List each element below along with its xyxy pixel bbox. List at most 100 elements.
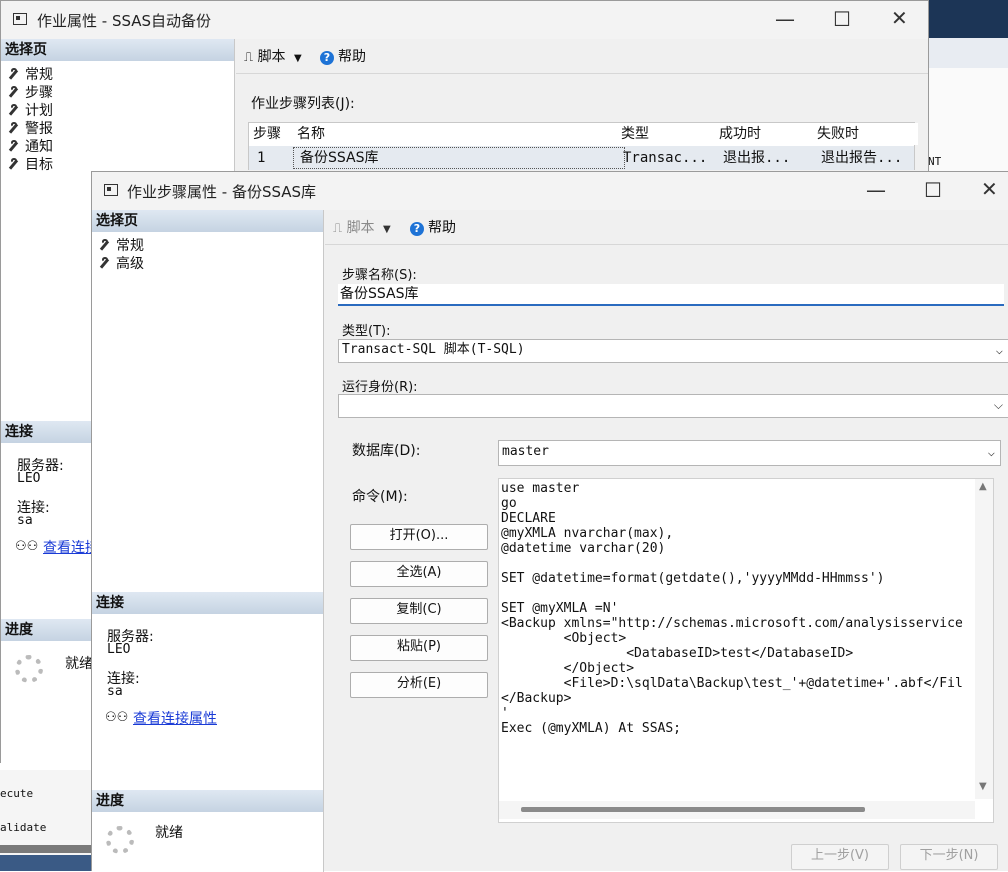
command-line: @myXMLA nvarchar(max), (501, 526, 674, 541)
minimize-icon[interactable]: — (775, 9, 795, 29)
wrench-icon (98, 257, 110, 269)
command-line: <Backup xmlns="http://schemas.microsoft.… (501, 616, 963, 631)
parse-button[interactable]: 分析(E) (350, 672, 488, 698)
close-icon[interactable]: ✕ (891, 8, 908, 28)
nav-item-advanced[interactable]: 高级 (98, 253, 144, 273)
background-left-strip: ecute alidate (0, 770, 92, 871)
step-name-input[interactable]: 备份SSAS库 (338, 284, 1004, 306)
horizontal-scroll-thumb[interactable] (521, 807, 865, 812)
command-line: @datetime varchar(20) (501, 541, 666, 556)
help-icon: ? (410, 222, 424, 236)
background-fragment-text: ecute (0, 787, 34, 800)
command-label: 命令(M): (352, 489, 408, 505)
chevron-down-icon: ▼ (294, 53, 302, 64)
command-editor[interactable]: use master go DECLARE @myXMLA nvarchar(max)… (498, 478, 994, 823)
wrench-icon (7, 140, 19, 152)
wrench-icon (7, 68, 19, 80)
progress-status: 就绪 (155, 825, 183, 841)
steps-grid: 步骤 名称 类型 成功时 失败时 1 备份SSAS库 Transac... 退出… (248, 122, 918, 170)
nav-item-alerts[interactable]: 警报 (7, 118, 53, 138)
command-line: DECLARE (501, 511, 556, 526)
steps-list-label: 作业步骤列表(J): (251, 96, 355, 112)
column-header-type[interactable]: 类型 (617, 123, 720, 145)
background-scrollbar (0, 845, 92, 853)
nav-item-general[interactable]: 常规 (98, 235, 144, 255)
script-label: 脚本 (257, 49, 286, 65)
connection-icon: ⚇⚇ (105, 710, 129, 725)
wrench-icon (7, 104, 19, 116)
scroll-down-icon[interactable]: ▼ (979, 781, 987, 792)
progress-header: 进度 (92, 790, 323, 812)
next-step-button[interactable]: 下一步(N) (900, 844, 998, 870)
background-band (0, 855, 92, 871)
maximize-icon[interactable]: ☐ (833, 9, 851, 29)
background-fragment-text: alidate (0, 821, 47, 834)
chevron-down-icon: ⌵ (987, 445, 995, 459)
background-band (928, 38, 1008, 68)
table-cell: Transac... (623, 150, 708, 166)
nav-item-targets[interactable]: 目标 (7, 154, 53, 174)
column-header-on-success[interactable]: 成功时 (715, 123, 818, 145)
table-row[interactable]: 1 备份SSAS库 Transac... 退出报... 退出报告... (249, 146, 914, 170)
close-icon[interactable]: ✕ (981, 179, 998, 199)
title-bar: 作业属性 - SSAS自动备份 — ☐ ✕ (1, 1, 928, 39)
table-cell: 退出报... (723, 150, 791, 166)
script-button[interactable]: ⎍ 脚本 ▼ (333, 217, 391, 237)
open-button[interactable]: 打开(O)... (350, 524, 488, 550)
nav-item-steps[interactable]: 步骤 (7, 82, 53, 102)
scroll-up-icon[interactable]: ▲ (979, 481, 987, 492)
minimize-icon[interactable]: — (866, 180, 886, 200)
command-line (501, 586, 971, 601)
connection-header: 连接 (92, 592, 323, 614)
column-header-step[interactable]: 步骤 (249, 123, 298, 145)
select-all-button[interactable]: 全选(A) (350, 561, 488, 587)
nav-item-notifications[interactable]: 通知 (7, 136, 53, 156)
connection-value: sa (17, 513, 33, 528)
command-line: go (501, 496, 517, 511)
select-page-header: 选择页 (92, 210, 323, 232)
command-line (501, 556, 971, 571)
nav-label: 目标 (25, 157, 53, 173)
previous-step-button[interactable]: 上一步(V) (791, 844, 889, 870)
window-title: 作业属性 - SSAS自动备份 (37, 12, 212, 30)
left-pane: 选择页 常规 高级 连接 服务器: LEO 连接: sa ⚇⚇ 查看连接属性 进… (92, 210, 324, 872)
help-button[interactable]: ? 帮助 (320, 46, 366, 66)
wrench-icon (7, 122, 19, 134)
table-cell: 1 (257, 150, 266, 166)
script-label: 脚本 (346, 220, 375, 236)
type-select[interactable]: Transact-SQL 脚本(T-SQL) ⌵ (338, 339, 1008, 363)
job-step-properties-window: 作业步骤属性 - 备份SSAS库 — ☐ ✕ 选择页 常规 高级 连接 服务器:… (91, 171, 1008, 872)
step-name-label: 步骤名称(S): (342, 268, 417, 283)
spinner-icon (106, 826, 134, 854)
nav-label: 常规 (116, 238, 144, 254)
nav-label: 高级 (116, 256, 144, 272)
toolbar: ⎍ 脚本 ▼ ? 帮助 (325, 210, 1008, 245)
connection-value: sa (107, 684, 123, 699)
nav-item-general[interactable]: 常规 (7, 64, 53, 84)
window-title: 作业步骤属性 - 备份SSAS库 (127, 183, 317, 201)
paste-button[interactable]: 粘贴(P) (350, 635, 488, 661)
select-page-header: 选择页 (1, 39, 234, 61)
column-header-name[interactable]: 名称 (293, 123, 622, 145)
maximize-icon[interactable]: ☐ (924, 180, 942, 200)
column-header-on-failure[interactable]: 失败时 (813, 123, 918, 145)
help-label: 帮助 (428, 220, 456, 236)
database-select[interactable]: master ⌵ (498, 440, 1001, 466)
wrench-icon (7, 158, 19, 170)
view-connection-properties-link[interactable]: 查看连接属性 (133, 708, 217, 728)
table-cell: 备份SSAS库 (293, 147, 625, 169)
command-line: Exec (@myXMLA) At SSAS; (501, 721, 682, 736)
progress-status: 就绪 (65, 656, 93, 672)
title-bar: 作业步骤属性 - 备份SSAS库 — ☐ ✕ (92, 172, 1008, 210)
horizontal-scrollbar[interactable] (499, 801, 975, 819)
run-as-select[interactable]: ⌵ (338, 394, 1008, 418)
wrench-icon (7, 86, 19, 98)
help-button[interactable]: ? 帮助 (410, 217, 456, 237)
script-button[interactable]: ⎍ 脚本 ▼ (244, 46, 302, 66)
vertical-scrollbar[interactable]: ▲ ▼ (975, 479, 993, 799)
database-select-value: master (502, 444, 549, 459)
command-line: <File>D:\sqlData\Backup\test_'+@datetime… (501, 676, 963, 691)
command-text: use master go DECLARE @myXMLA nvarchar(max)… (501, 481, 971, 736)
copy-button[interactable]: 复制(C) (350, 598, 488, 624)
nav-item-schedules[interactable]: 计划 (7, 100, 53, 120)
